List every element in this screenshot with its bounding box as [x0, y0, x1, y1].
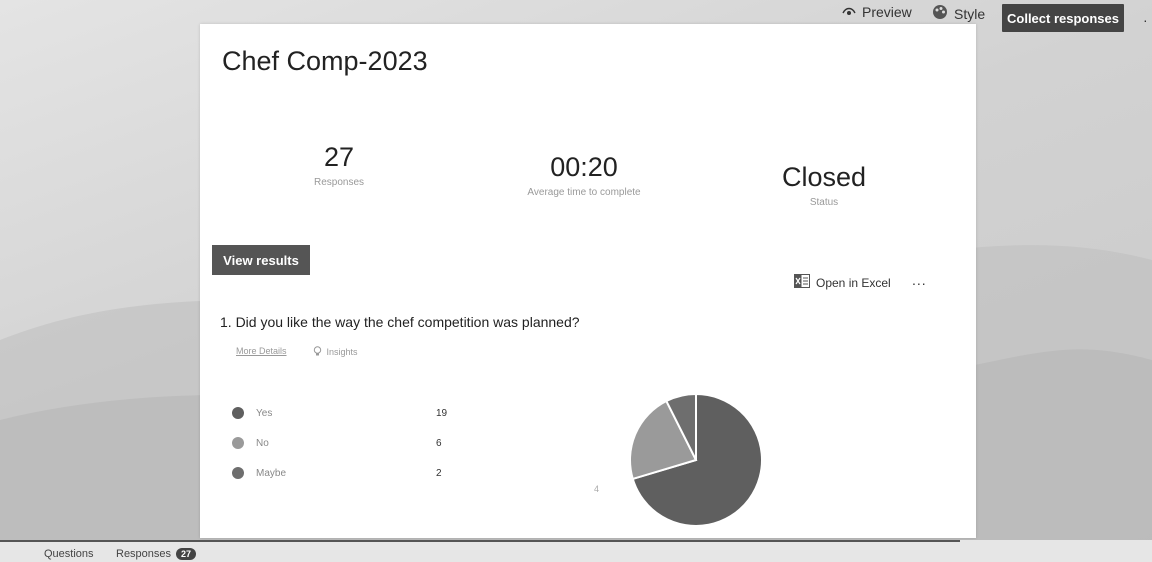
tab-responses-label: Responses	[116, 548, 172, 560]
style-label: Style	[954, 5, 986, 22]
legend-label: No	[256, 437, 269, 449]
open-in-excel-button[interactable]: Open in Excel	[794, 274, 891, 291]
legend-dot	[232, 467, 244, 479]
divider-line	[0, 540, 960, 542]
stat-average-time: 00:20 Average time to complete	[496, 152, 672, 198]
collect-responses-button[interactable]: Collect responses	[1002, 4, 1124, 32]
preview-button[interactable]: Preview	[842, 4, 912, 20]
stat-value: 00:20	[550, 152, 618, 182]
form-title: Chef Comp-2023	[222, 46, 428, 76]
tab-questions[interactable]: Questions	[44, 548, 94, 560]
question-links: More Details Insights	[236, 346, 358, 358]
eye-icon	[842, 4, 856, 20]
legend-dot	[232, 437, 244, 449]
preview-label: Preview	[862, 4, 912, 20]
legend-row-no: No 6	[232, 428, 447, 458]
legend-count: 2	[436, 467, 442, 479]
chart-note: 4	[594, 484, 600, 494]
legend-label: Yes	[256, 407, 273, 419]
style-button[interactable]: Style	[932, 4, 985, 23]
legend-row-maybe: Maybe 2	[232, 458, 447, 488]
legend-row-yes: Yes 19	[232, 398, 447, 428]
stat-responses: 27 Responses	[284, 142, 394, 188]
view-results-button[interactable]: View results	[212, 245, 310, 275]
overflow-menu-icon[interactable]: ·	[1143, 12, 1148, 28]
tab-responses[interactable]: Responses 27	[116, 548, 197, 560]
legend-count: 19	[436, 407, 448, 419]
bottom-tab-bar: Questions Responses 27	[0, 540, 1152, 562]
stat-value: 27	[323, 142, 355, 172]
legend-label: Maybe	[256, 467, 287, 479]
legend-dot	[232, 407, 244, 419]
question-title: 1. Did you like the way the chef competi…	[220, 314, 580, 330]
stat-label: Responses	[313, 177, 365, 188]
response-pie-chart	[629, 392, 763, 527]
legend-count: 6	[436, 437, 442, 449]
excel-label: Open in Excel	[816, 275, 891, 290]
stat-label: Average time to complete	[527, 187, 641, 198]
stat-label: Status	[809, 197, 839, 208]
more-details-link[interactable]: More Details	[236, 346, 287, 358]
insights-link[interactable]: Insights	[313, 346, 358, 358]
results-card: Chef Comp-2023 27 Responses 00:20 Averag…	[200, 24, 976, 538]
chart-legend: Yes 19 No 6 Maybe 2	[232, 398, 447, 488]
lightbulb-icon	[313, 346, 322, 358]
stat-status: Closed Status	[764, 162, 884, 208]
palette-icon	[932, 4, 948, 23]
responses-count-badge: 27	[176, 548, 197, 560]
excel-icon	[794, 274, 810, 291]
stat-value: Closed	[781, 162, 867, 192]
insights-label: Insights	[326, 347, 358, 357]
more-options-icon[interactable]: ...	[912, 272, 927, 288]
